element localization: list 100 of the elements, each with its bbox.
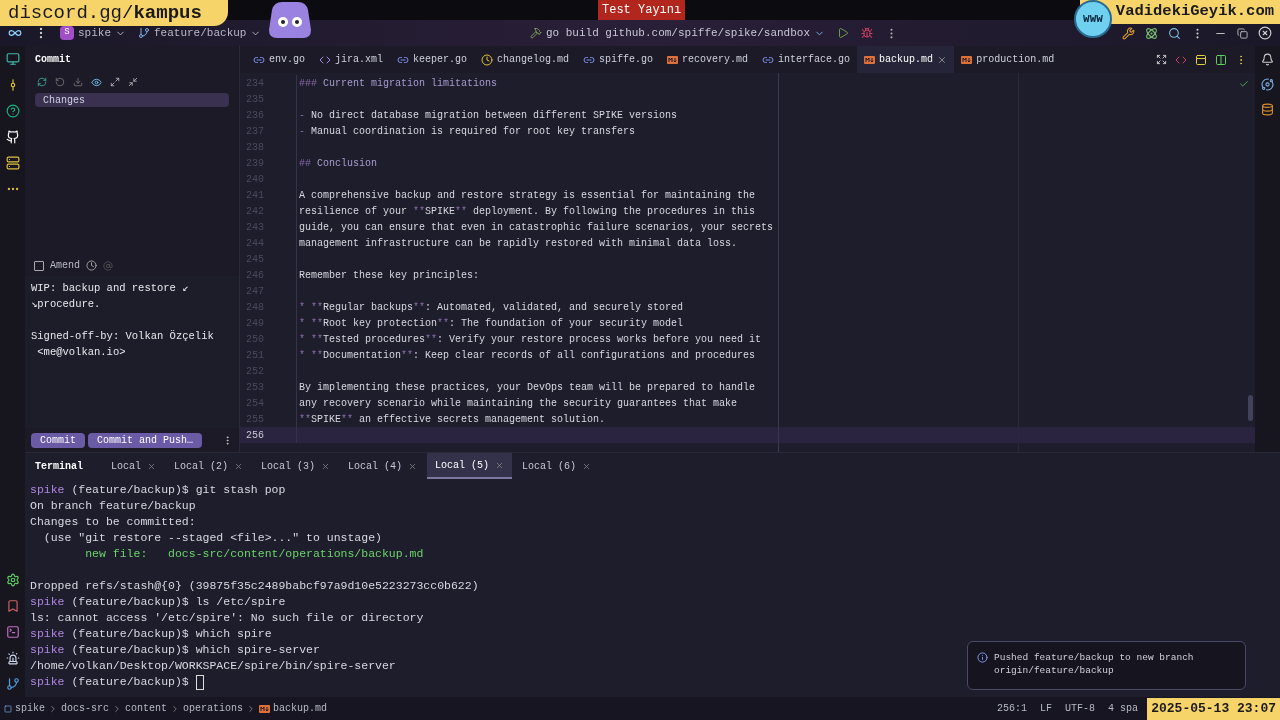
terminal-line: spike (feature/backup)$ which spire	[30, 626, 272, 643]
notifications-icon[interactable]	[1261, 53, 1274, 66]
code-line: - No direct database migration between different SPIKE versions	[299, 108, 678, 123]
alarm-icon[interactable]	[5, 651, 20, 665]
markdown-icon	[259, 704, 271, 713]
editor-tab[interactable]: env.go	[246, 46, 312, 73]
editor-tab[interactable]: spiffe.go	[576, 46, 661, 73]
bug-icon[interactable]	[861, 27, 873, 39]
commit-button[interactable]: Commit	[31, 432, 85, 448]
editor-tab[interactable]: interface.go	[755, 46, 858, 73]
split-icon[interactable]	[1215, 53, 1227, 66]
breadcrumb[interactable]: spike	[4, 701, 45, 716]
expand-icon[interactable]	[110, 77, 120, 87]
code-line: Remember these key principles:	[299, 268, 480, 283]
terminal-line: spike (feature/backup)$ which spire-server	[30, 642, 320, 659]
banner-text: VadidekiGeyik.com	[1115, 1, 1274, 23]
bookmark-icon[interactable]	[5, 599, 20, 613]
terminal-tab[interactable]: Local (4)	[340, 453, 426, 479]
expand-icon[interactable]	[1156, 54, 1167, 65]
search-icon[interactable]	[1168, 26, 1181, 40]
globe-label: WWW	[1083, 11, 1103, 27]
refresh-icon[interactable]	[37, 77, 47, 87]
editor-tab[interactable]: jira.xml	[312, 46, 391, 73]
markdown-icon	[667, 55, 679, 64]
commit-message-paragraph: WIP: backup and restore ↙ ↘procedure.	[31, 280, 190, 312]
scrollbar-thumb	[1248, 395, 1253, 421]
terminal-tab[interactable]: Local (3)	[253, 453, 339, 479]
code-line: * **Tested procedures**: Verify your restore process works before you need it	[299, 332, 762, 347]
orbit-icon[interactable]	[1261, 78, 1274, 91]
breadcrumb[interactable]: content	[125, 701, 168, 716]
settings-icon[interactable]	[5, 573, 20, 587]
mascot-icon	[268, 0, 312, 40]
terminal-line: /home/volkan/Desktop/WORKSPACE/spire/bin/spire-server	[30, 658, 396, 675]
project-name: spike	[78, 25, 111, 41]
status-item[interactable]: 256:1	[996, 701, 1027, 716]
branch-name: feature/backup	[154, 25, 247, 41]
run-configuration[interactable]: go build github.com/spiffe/spike/sandbox	[529, 24, 825, 42]
terminal-tab[interactable]: Local (5)	[427, 453, 513, 479]
code-line: **SPIKE** an effective secrets management solution.	[299, 412, 606, 427]
terminal-line: Dropped refs/stash@{0} (39875f35c2489babcf97a9d10e5223273cc0b622)	[30, 578, 479, 595]
branch-selector[interactable]: feature/backup	[138, 24, 262, 42]
terminal-tab[interactable]: Local (2)	[166, 453, 252, 479]
terminal-icon[interactable]	[5, 625, 20, 639]
code-line: any recovery scenario while maintaining the security guarantees that make	[299, 396, 738, 411]
amend-label: Amend	[50, 259, 80, 273]
code-line: * **Root key protection**: The foundation of your security model	[299, 316, 684, 331]
help-icon[interactable]	[5, 104, 20, 118]
breadcrumb[interactable]: backup.md	[259, 701, 328, 716]
collapse-icon[interactable]	[128, 77, 138, 87]
terminal-line: (use "git restore --staged <file>..." to unstage)	[42, 530, 382, 547]
status-item[interactable]: UTF-8	[1064, 701, 1095, 716]
hammer-icon	[529, 27, 542, 39]
editor-tab[interactable]: recovery.md	[660, 46, 756, 73]
status-item[interactable]: 4 spa	[1108, 701, 1138, 716]
code-line: * **Documentation**: Keep clear records of all configurations and procedures	[299, 348, 756, 363]
eye-icon[interactable]	[91, 76, 102, 88]
wrench-icon[interactable]	[1122, 26, 1135, 40]
code-line: resilience of your **SPIKE** deployment. By following the procedures in this	[299, 204, 756, 219]
restore-icon[interactable]	[1237, 27, 1248, 39]
module-icon	[4, 704, 12, 713]
code-line: A comprehensive backup and restore strategy is essential for maintaining the	[299, 188, 756, 203]
server-icon[interactable]	[5, 156, 20, 170]
timestamp-overlay: 2025-05-13 23:07	[1147, 698, 1280, 720]
line-number: 256	[245, 428, 264, 443]
run-icon[interactable]	[837, 27, 849, 39]
editor-tab[interactable]: production.md	[954, 46, 1062, 73]
terminal-line: On branch feature/backup	[30, 498, 196, 515]
monitor-icon[interactable]	[5, 52, 20, 66]
code-line: By implementing these practices, your DevOps team will be prepared to handle	[299, 380, 756, 395]
terminal-title: Terminal	[35, 459, 83, 474]
markdown-icon	[961, 55, 973, 64]
close-icon[interactable]	[1258, 26, 1272, 40]
terminal-line: spike (feature/backup)$ ls /etc/spire	[30, 594, 286, 611]
editor-tab[interactable]: keeper.go	[390, 46, 475, 73]
changes-group[interactable]: Changes	[35, 93, 229, 107]
terminal-tab[interactable]: Local	[103, 453, 165, 479]
database-icon[interactable]	[1261, 103, 1274, 116]
code-line: * **Regular backups**: Automated, validated, and securely stored	[299, 300, 684, 315]
rollback-icon[interactable]	[55, 77, 65, 87]
history-icon[interactable]	[86, 260, 97, 271]
breadcrumb[interactable]: operations	[183, 701, 244, 716]
terminal-line: ls: cannot access '/etc/spire': No such file or directory	[30, 610, 424, 627]
github-icon[interactable]	[5, 130, 20, 144]
atom-icon[interactable]	[1145, 26, 1158, 40]
download-icon[interactable]	[73, 77, 83, 87]
branch-icon[interactable]	[5, 677, 20, 691]
editor-tab[interactable]: backup.md	[857, 46, 955, 73]
breadcrumb[interactable]: docs-src	[61, 701, 110, 716]
terminal-tab[interactable]: Local (6)	[514, 453, 600, 479]
chevron-right-icon	[48, 703, 58, 714]
commit-and-push-button[interactable]: Commit and Push…	[88, 432, 203, 448]
amend-checkbox[interactable]	[34, 260, 44, 271]
preview-icon[interactable]	[1195, 53, 1207, 66]
terminal-line: spike (feature/backup)$ git stash pop	[30, 482, 286, 499]
check-icon	[1239, 79, 1249, 89]
info-icon	[977, 652, 988, 663]
code-line: ### Current migration limitations	[299, 76, 498, 91]
status-item[interactable]: LF	[1039, 701, 1052, 716]
editor-tab[interactable]: changelog.md	[474, 46, 577, 73]
code-line: - Manual coordination is required for root key transfers	[299, 124, 636, 139]
